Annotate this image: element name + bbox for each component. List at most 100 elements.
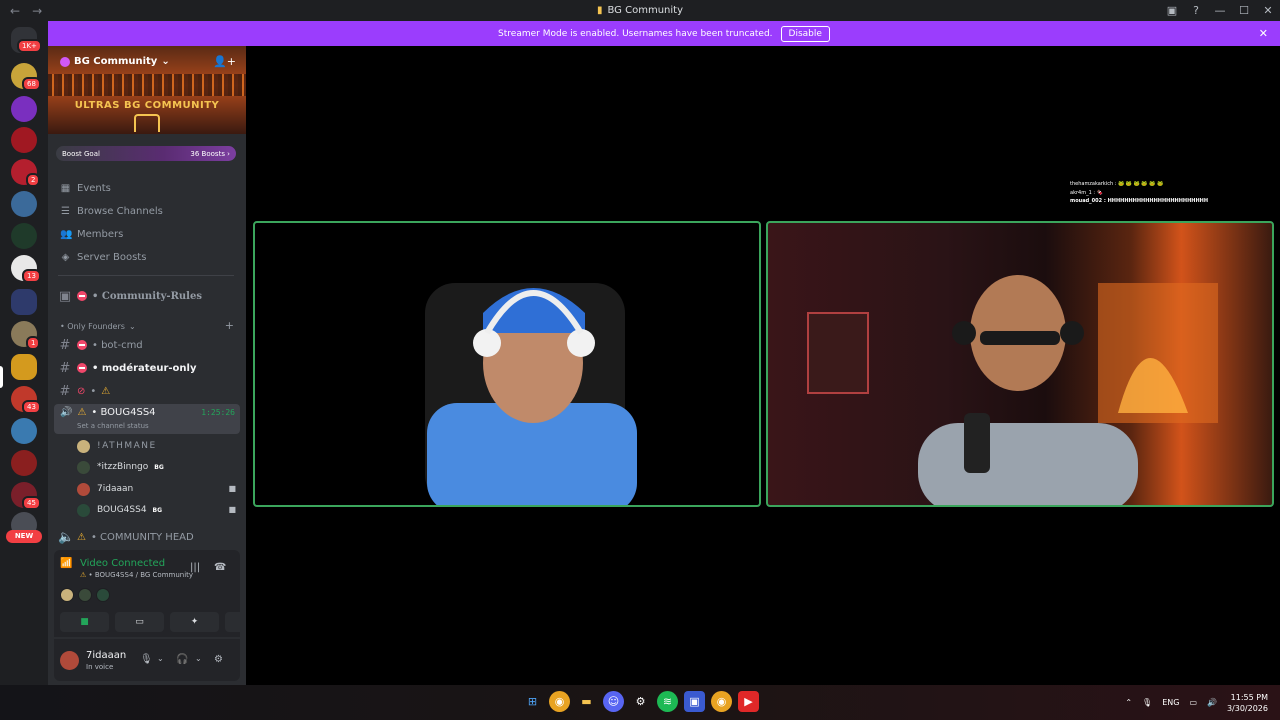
voice-member[interactable]: BOUG4SS4 BG [76,501,162,519]
menu-server-boosts[interactable]: ◈ Server Boosts [60,252,147,263]
maximize-button[interactable]: ☐ [1232,4,1256,17]
video-tile[interactable] [766,221,1274,507]
new-tag: NEW [6,530,42,543]
server-icon[interactable] [11,354,37,380]
user-avatar[interactable] [60,651,79,670]
channel-status-prompt[interactable]: Set a channel status [77,422,149,430]
voice-channel-community-head[interactable]: 🔈 ⚠ • COMMUNITY HEAD [58,527,238,547]
chevron-down-icon[interactable]: ⌄ [157,654,164,663]
menu-members[interactable]: 👥 Members [60,229,123,240]
voice-channel-boug4ss4[interactable]: 🔊 ⚠ • BOUG4SS4 1:25:26 Set a channel sta… [54,404,240,434]
microphone-icon[interactable]: 🎙 [1142,698,1152,707]
server-badge: 13 [22,269,41,283]
voice-connection-panel: 📶 Video Connected ⚠ • BOUG4SS4 / BG Comm… [54,550,274,637]
avatar [96,588,110,602]
category-only-founders[interactable]: • Only Founders ⌄ [60,322,136,331]
banner-text: Streamer Mode is enabled. Usernames have… [498,28,773,39]
close-window-button[interactable]: ✕ [1256,4,1280,17]
server-mini-icon: ▮ [596,5,603,16]
voice-member[interactable]: !ATHMANE [76,437,157,455]
folder-icon[interactable] [11,289,37,315]
screen-share-button[interactable]: ▭ [115,612,164,632]
no-entry-icon [77,340,87,350]
username: 7idaaan [86,650,127,661]
chevron-down-icon[interactable]: ⌄ [195,654,202,663]
help-icon[interactable]: ? [1184,4,1208,17]
boost-icon: ◈ [61,252,70,263]
avatar [76,459,91,475]
server-icon[interactable] [11,191,37,217]
steam-icon[interactable]: ⚙ [630,691,651,712]
boost-goal-bar[interactable]: Boost Goal 36 Boosts › [56,146,236,161]
banner-image [48,74,246,96]
microphone-icon[interactable]: 🎙 [140,654,153,665]
close-icon[interactable]: ✕ [1259,27,1268,40]
volume-icon[interactable]: 🔊 [1207,698,1217,707]
voice-member[interactable]: *itzzBinngo BG [76,458,164,476]
chevron-up-icon[interactable]: ⌃ [1125,698,1132,707]
window-title: ▮ BG Community [596,5,683,16]
headphones-icon[interactable]: 🎧 [176,654,188,665]
server-icon[interactable] [11,223,37,249]
menu-events[interactable]: ▦ Events [60,183,111,194]
file-explorer-icon[interactable]: ▬ [576,691,597,712]
speaker-icon: 🔈 [58,529,75,545]
forward-arrow-icon[interactable]: → [32,4,42,18]
back-arrow-icon[interactable]: ← [10,4,20,18]
os-taskbar: ⊞ ◉ ▬ ☺ ⚙ ≋ ▣ ◉ ▶ ⌃ 🎙 ENG ▭ 🔊 11:55 PM 3… [0,685,1280,720]
chrome-icon[interactable]: ◉ [711,691,732,712]
app-icon[interactable]: ▣ [684,691,705,712]
boost-label: Boost Goal [62,149,100,158]
server-icon[interactable] [11,96,37,122]
avatar [76,438,91,454]
activities-button[interactable]: ✦ [170,612,219,632]
disconnect-icon[interactable]: ☎ [214,562,226,573]
server-icon[interactable] [11,450,37,476]
voice-member[interactable]: 7idaaan [76,480,133,498]
banner-title: ULTRAS BG COMMUNITY [74,100,220,111]
avatar [60,588,74,602]
spotify-icon[interactable]: ≋ [657,691,678,712]
minimize-button[interactable]: — [1208,4,1232,17]
members-icon: 👥 [60,229,73,240]
camera-button[interactable]: ■ [60,612,109,632]
disable-button[interactable]: Disable [780,25,830,42]
community-logo [134,114,160,132]
camera-icon: ■ [228,484,236,493]
chrome-icon[interactable]: ◉ [549,691,570,712]
guild-tag: BG [152,506,163,514]
server-icon[interactable] [11,418,37,444]
settings-gear-icon[interactable]: ⚙ [214,654,223,665]
participant-avatars [60,588,110,602]
channel-community-rules[interactable]: ▣ • Community-Rules [58,286,238,306]
server-icon[interactable] [11,127,37,153]
start-icon[interactable]: ⊞ [522,691,543,712]
server-badge: 45 [22,496,41,510]
video-tile[interactable] [253,221,761,507]
prohibited-icon: ⊘ [77,385,86,397]
menu-browse-channels[interactable]: ☰ Browse Channels [60,206,163,217]
warning-icon: ⚠ [80,571,87,579]
channel-bot-cmd[interactable]: # • bot-cmd [58,335,238,355]
add-channel-icon[interactable]: + [225,319,234,332]
guild-name[interactable]: BG Community ⌄ [60,56,170,67]
invite-icon[interactable]: 👤+ [213,55,236,68]
webcam-feed [425,283,637,505]
connection-location: ⚠ • BOUG4SS4 / BG Community [80,571,194,579]
user-panel: 7idaaan In voice 🎙 ⌄ 🎧 ⌄ ⚙ [54,639,240,681]
youtube-icon[interactable]: ▶ [738,691,759,712]
inbox-icon[interactable]: ▣ [1160,4,1184,17]
network-icon[interactable]: ▭ [1189,698,1197,707]
warning-icon: ⚠ [101,385,111,397]
channel-restricted[interactable]: # ⊘ • ⚠ [58,381,238,401]
selected-pill [0,366,3,388]
hash-icon: # [59,360,71,376]
noise-suppression-icon[interactable]: ||| [190,562,200,573]
rules-icon: ▣ [58,288,72,304]
clock[interactable]: 11:55 PM 3/30/2026 [1227,692,1268,714]
language[interactable]: ENG [1162,698,1179,707]
connection-status[interactable]: Video Connected [80,558,165,569]
discord-icon[interactable]: ☺ [603,691,624,712]
guild-header[interactable]: BG Community ⌄ 👤+ ULTRAS BG COMMUNITY [48,46,246,134]
channel-moderateur-only[interactable]: # • modérateur-only [58,358,238,378]
